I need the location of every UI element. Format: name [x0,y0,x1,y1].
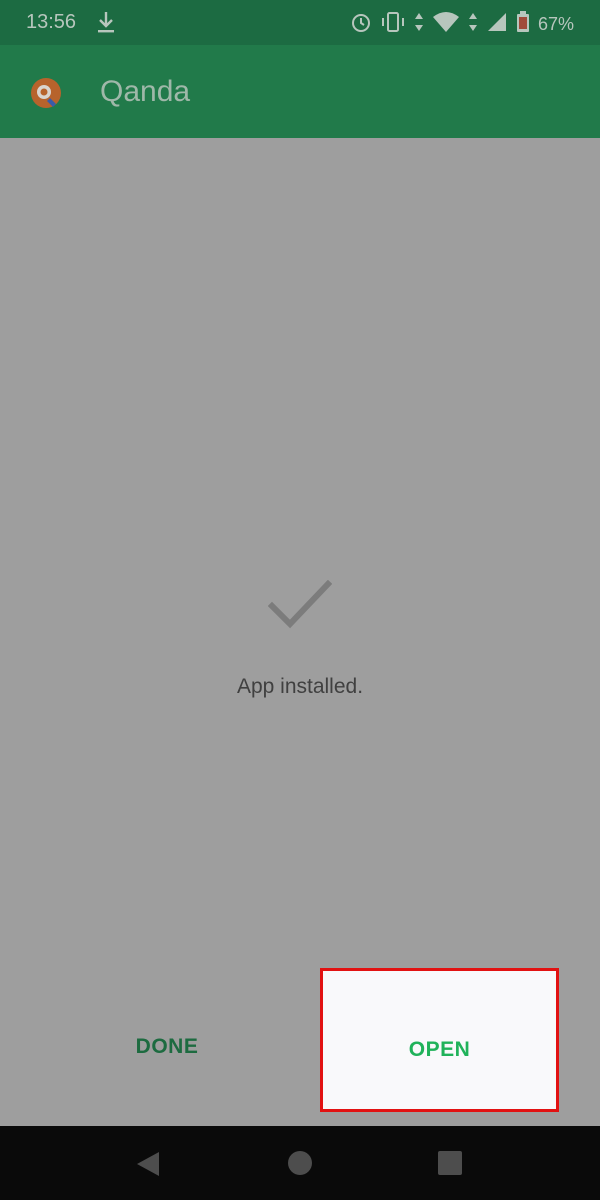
app-bar: Qanda [0,45,600,138]
install-status-message: App installed. [236,675,364,698]
data-arrows-icon [414,11,424,38]
check-icon [267,579,333,630]
home-icon[interactable] [288,1151,312,1175]
vibrate-icon [380,11,406,38]
open-button-highlight: OPEN [320,968,559,1112]
app-title: Qanda [100,75,191,108]
navigation-bar [0,1126,600,1200]
done-button[interactable]: DONE [92,968,242,1126]
wifi-icon [432,11,460,38]
status-icons: 67% [350,11,574,38]
open-button[interactable]: OPEN [323,971,556,1109]
signal-icon [486,11,508,38]
alarm-icon [350,11,372,38]
battery-icon [516,11,530,38]
download-icon [96,10,116,39]
recents-icon[interactable] [438,1151,462,1175]
battery-percent: 67% [537,14,574,34]
data-arrows-icon [468,11,478,38]
status-time: 13:56 [26,11,77,33]
back-icon[interactable] [135,1150,161,1183]
qanda-logo-icon [30,77,62,109]
status-bar: 13:56 67% [0,0,600,45]
